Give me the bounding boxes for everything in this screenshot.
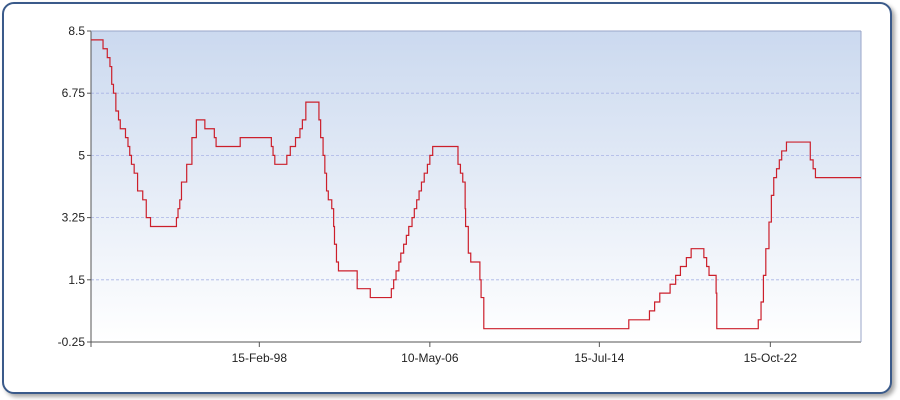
- y-tick-label: 5: [78, 148, 85, 162]
- y-axis-labels: 8.5 6.75 5 3.25 1.5 -0.25: [58, 24, 86, 349]
- x-tick-label: 15-Feb-98: [232, 351, 288, 365]
- y-tick-label: -0.25: [58, 335, 86, 349]
- x-axis-labels: 15-Feb-98 10-May-06 15-Jul-14 15-Oct-22: [232, 351, 798, 365]
- x-tick-label: 15-Jul-14: [574, 351, 624, 365]
- y-tick-label: 1.5: [68, 273, 85, 287]
- chart-svg: 8.56.7553.251.5-0.25 15-Feb-98 10-May-06 1…: [58, 24, 862, 365]
- y-tick-label: 8.5: [68, 24, 85, 38]
- x-tick-label: 15-Oct-22: [744, 351, 798, 365]
- x-tick-label: 10-May-06: [401, 351, 459, 365]
- y-tick-label: 3.25: [62, 211, 86, 225]
- plot-area: [91, 31, 861, 342]
- y-tick-label: 6.75: [62, 86, 86, 100]
